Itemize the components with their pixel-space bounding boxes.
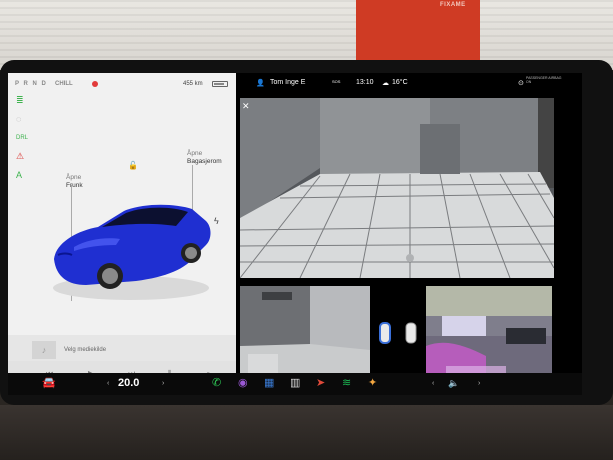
weather-icon: ☁ (382, 80, 389, 87)
games-icon[interactable]: ✦ (368, 376, 377, 390)
trunk-open-button[interactable]: Åpne Bagasjerom (187, 150, 222, 166)
outside-temperature: 16°C (392, 79, 408, 86)
car-model-image (53, 204, 211, 300)
left-repeater-camera (240, 286, 370, 380)
cabin-temperature[interactable]: 20.0 (118, 377, 139, 389)
temp-down-icon[interactable]: ‹ (107, 380, 109, 387)
profile-icon[interactable]: 👤 (256, 79, 265, 87)
spotify-icon[interactable]: ≋ (342, 376, 351, 390)
touchscreen: P R N D CHILL 455 km ≣ ◌ DRL ⚠ A Åpne Frunk … (8, 73, 582, 395)
car-icon[interactable]: 🚘 (42, 376, 56, 390)
tpms-icon: ◌ (16, 114, 22, 124)
range-readout: 455 km (183, 81, 203, 87)
battery-fill (214, 83, 224, 85)
drive-mode: CHILL (55, 81, 73, 87)
volume-up-icon[interactable]: › (478, 380, 480, 387)
music-note-icon: ♪ (32, 341, 56, 359)
sos-icon[interactable]: SOS (332, 78, 340, 85)
dashcam-record-icon[interactable] (92, 81, 98, 87)
auto-lights-icon: A (16, 170, 23, 180)
frunk-label: Frunk (66, 182, 83, 189)
camera-app-icon[interactable]: ◉ (238, 376, 248, 390)
phone-icon[interactable]: ✆ (212, 376, 221, 390)
status-bar: 👤 Tom Inge E SOS 13:10 ☁ 16°C ⊙ PASSENGE… (236, 73, 582, 93)
volume-down-icon[interactable]: ‹ (432, 380, 434, 387)
apps-launcher-icon[interactable]: ▦ (264, 376, 274, 390)
unlock-icon[interactable]: 🔓 (128, 161, 138, 170)
navigation-icon[interactable]: ➤ (316, 376, 325, 390)
gear-selector[interactable]: P R N D (15, 81, 47, 87)
frunk-action: Åpne (66, 174, 82, 181)
parking-sensor-cars (379, 322, 417, 344)
toybox-icon[interactable]: ▥ (290, 376, 300, 390)
sign-text: FIXAME (440, 2, 466, 8)
media-source-prompt[interactable]: Velg mediekilde (64, 347, 106, 353)
trunk-action: Åpne (187, 150, 203, 157)
rear-camera-view (240, 98, 554, 278)
trunk-label: Bagasjerom (187, 158, 222, 165)
profile-name[interactable]: Tom Inge E (270, 79, 305, 86)
dashboard-trim (0, 405, 613, 460)
seatbelt-icon: ⚠ (16, 151, 25, 161)
battery-icon (212, 81, 228, 87)
car-status-panel: P R N D CHILL 455 km ≣ ◌ DRL ⚠ A Åpne Frunk … (8, 73, 236, 378)
drl-icon: DRL (16, 135, 29, 141)
frunk-open-button[interactable]: Åpne Frunk (66, 174, 83, 190)
clock: 13:10 (356, 79, 374, 86)
red-sign (356, 0, 480, 66)
media-controls (8, 361, 236, 373)
close-camera-icon[interactable]: ✕ (242, 101, 250, 112)
temp-up-icon[interactable]: › (162, 380, 164, 387)
right-repeater-camera (426, 286, 552, 380)
cabin-temp-value: 20.0 (118, 377, 140, 389)
headlights-icon: ≣ (16, 95, 24, 105)
airbag-icon: ⊙ (518, 80, 524, 87)
passenger-airbag-status: PASSENGER AIRBAG ON (526, 76, 562, 84)
volume-icon[interactable]: 🔈 (448, 376, 459, 390)
